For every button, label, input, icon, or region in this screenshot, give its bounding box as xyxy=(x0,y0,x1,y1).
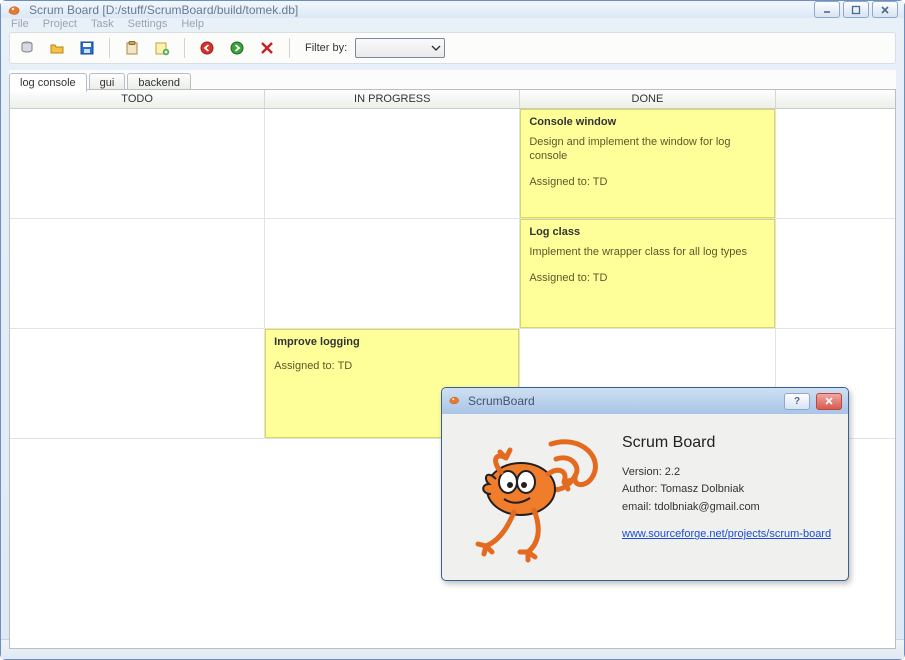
window-controls xyxy=(814,1,898,18)
card-assigned: Assigned to: TD xyxy=(529,176,765,188)
card-title: Console window xyxy=(529,116,765,128)
board-cell[interactable] xyxy=(776,219,895,329)
column-header-extra xyxy=(776,90,895,108)
about-author: Author: Tomasz Dolbniak xyxy=(622,481,834,499)
menu-file[interactable]: File xyxy=(11,18,29,30)
window-title: Scrum Board [D:/stuff/ScrumBoard/build/t… xyxy=(29,3,814,17)
board-cell[interactable] xyxy=(10,109,264,219)
toolbar-separator xyxy=(184,38,185,58)
board-cell[interactable]: Log class Implement the wrapper class fo… xyxy=(520,219,774,329)
filter-combobox[interactable] xyxy=(355,38,445,58)
about-dialog: ScrumBoard ? xyxy=(441,387,849,581)
column-todo xyxy=(10,109,265,439)
toolbar: Filter by: xyxy=(9,32,896,64)
about-titlebar: ScrumBoard ? xyxy=(442,388,848,414)
toolbar-separator xyxy=(109,38,110,58)
board-cell[interactable]: Console window Design and implement the … xyxy=(520,109,774,219)
toolbar-separator xyxy=(289,38,290,58)
delete-icon[interactable] xyxy=(256,37,278,59)
tab-label: backend xyxy=(138,77,180,89)
minimize-button[interactable] xyxy=(814,1,840,18)
open-folder-icon[interactable] xyxy=(46,37,68,59)
close-button[interactable] xyxy=(872,1,898,18)
filter-label: Filter by: xyxy=(305,42,347,54)
tab-label: gui xyxy=(100,77,115,89)
app-icon xyxy=(7,2,23,18)
about-body: Scrum Board Version: 2.2 Author: Tomasz … xyxy=(442,414,848,574)
help-button[interactable]: ? xyxy=(784,393,810,410)
about-title: ScrumBoard xyxy=(468,394,535,408)
close-button[interactable] xyxy=(816,393,842,410)
back-icon[interactable] xyxy=(196,37,218,59)
menu-task[interactable]: Task xyxy=(91,18,114,30)
card-title: Improve logging xyxy=(274,336,510,348)
menubar: File Project Task Settings Help xyxy=(1,18,904,30)
card-title: Log class xyxy=(529,226,765,238)
app-icon xyxy=(448,393,462,410)
about-version: Version: 2.2 xyxy=(622,464,834,482)
about-link[interactable]: www.sourceforge.net/projects/scrum-board xyxy=(622,526,834,544)
card-desc: Implement the wrapper class for all log … xyxy=(529,246,765,260)
tab-log-console[interactable]: log console xyxy=(9,73,87,92)
menu-help[interactable]: Help xyxy=(181,18,204,30)
save-icon[interactable] xyxy=(76,37,98,59)
menu-project[interactable]: Project xyxy=(43,18,77,30)
about-heading: Scrum Board xyxy=(622,430,834,456)
clipboard-icon[interactable] xyxy=(121,37,143,59)
board-cell[interactable] xyxy=(265,219,519,329)
column-headers: TODO IN PROGRESS DONE xyxy=(10,90,895,109)
column-header-todo: TODO xyxy=(10,90,265,108)
board-cell[interactable] xyxy=(10,219,264,329)
titlebar: Scrum Board [D:/stuff/ScrumBoard/build/t… xyxy=(1,1,904,18)
board-cell[interactable] xyxy=(265,109,519,219)
card-assigned: Assigned to: TD xyxy=(529,272,765,284)
database-icon[interactable] xyxy=(16,37,38,59)
card-assigned: Assigned to: TD xyxy=(274,360,510,372)
maximize-button[interactable] xyxy=(843,1,869,18)
board-cell[interactable] xyxy=(10,329,264,439)
board-cell[interactable] xyxy=(776,109,895,219)
mascot-image xyxy=(456,424,606,564)
task-card[interactable]: Log class Implement the wrapper class fo… xyxy=(520,219,774,328)
about-email: email: tdolbniak@gmail.com xyxy=(622,499,834,517)
tab-label: log console xyxy=(20,77,76,89)
main-window: Scrum Board [D:/stuff/ScrumBoard/build/t… xyxy=(0,0,905,660)
forward-icon[interactable] xyxy=(226,37,248,59)
add-note-icon[interactable] xyxy=(151,37,173,59)
column-header-inprogress: IN PROGRESS xyxy=(265,90,520,108)
task-card[interactable]: Console window Design and implement the … xyxy=(520,109,774,218)
menu-settings[interactable]: Settings xyxy=(128,18,168,30)
chevron-down-icon xyxy=(431,43,441,53)
card-desc: Design and implement the window for log … xyxy=(529,136,765,164)
column-header-done: DONE xyxy=(520,90,775,108)
about-info: Scrum Board Version: 2.2 Author: Tomasz … xyxy=(622,424,834,564)
